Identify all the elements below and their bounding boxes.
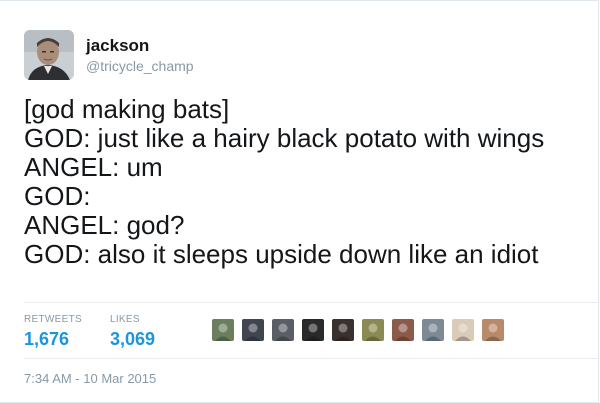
liker-avatar-3-icon [272,319,294,341]
liker-avatar[interactable] [331,318,355,342]
liker-avatar-1-icon [212,319,234,341]
user-handle[interactable]: @tricycle_champ [86,57,194,75]
liker-avatar[interactable] [361,318,385,342]
tweet-card: jackson @tricycle_champ [god making bats… [0,0,599,403]
liker-avatar-2-icon [242,319,264,341]
retweets-count: 1,676 [24,329,70,349]
liker-avatar[interactable] [241,318,265,342]
likes-stat[interactable]: LIKES 3,069 [110,314,155,350]
profile-photo-icon [24,30,74,80]
tweet-header: jackson @tricycle_champ [24,27,194,83]
stats-divider-bottom [24,358,598,359]
profile-avatar[interactable] [24,30,74,80]
liker-avatar[interactable] [421,318,445,342]
liker-avatar-4-icon [302,319,324,341]
liker-avatar[interactable] [301,318,325,342]
tweet-line: [god making bats] [24,94,230,124]
liker-avatar-5-icon [332,319,354,341]
liker-avatar-10-icon [482,319,504,341]
user-names: jackson @tricycle_champ [86,35,194,75]
stats-divider-top [24,302,598,303]
liker-avatar[interactable] [481,318,505,342]
retweets-label: RETWEETS [24,314,82,325]
tweet-line: ANGEL: um [24,152,163,182]
liker-avatar-8-icon [422,319,444,341]
likes-label: LIKES [109,314,140,325]
tweet-timestamp[interactable]: 7:34 AM - 10 Mar 2015 [24,371,156,387]
liker-avatar-7-icon [392,319,414,341]
tweet-line: GOD: [24,181,91,211]
liker-avatar[interactable] [271,318,295,342]
display-name[interactable]: jackson [86,35,194,57]
liker-avatar-9-icon [452,319,474,341]
liker-avatar[interactable] [211,318,235,342]
tweet-line: ANGEL: god? [24,210,185,240]
liker-avatar[interactable] [391,318,415,342]
liker-avatars [211,318,511,342]
likes-count: 3,069 [109,329,156,349]
retweets-stat[interactable]: RETWEETS 1,676 [24,314,82,350]
liker-avatar[interactable] [451,318,475,342]
tweet-line: GOD: also it sleeps upside down like an … [24,239,539,269]
liker-avatar-6-icon [362,319,384,341]
tweet-text: [god making bats] GOD: just like a hairy… [24,95,584,269]
tweet-line: GOD: just like a hairy black potato with… [24,123,545,153]
tweet-stats: RETWEETS 1,676 LIKES 3,069 [24,314,183,350]
